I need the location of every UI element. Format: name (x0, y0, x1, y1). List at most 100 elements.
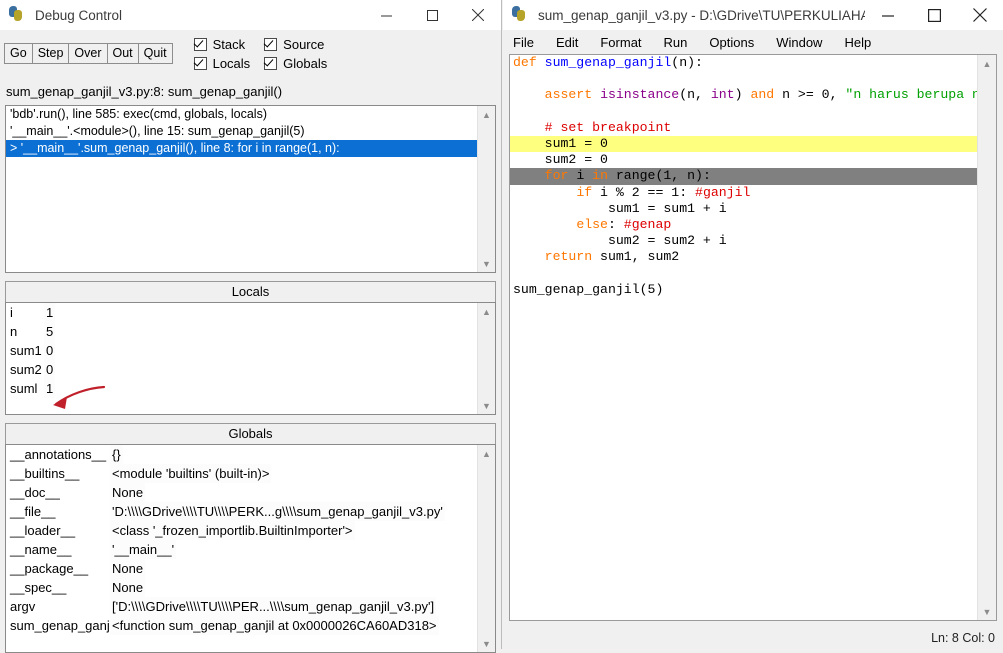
menu-run[interactable]: Run (664, 35, 688, 50)
code-line[interactable] (510, 266, 978, 282)
code-token: sum_genap_ganjil (544, 55, 672, 70)
checkbox-globals[interactable]: Globals (264, 56, 327, 71)
quit-button[interactable]: Quit (137, 43, 173, 64)
code-line[interactable]: # set breakpoint (510, 120, 978, 136)
code-token: def (513, 55, 545, 70)
variable-row[interactable]: __builtins__ <module 'builtins' (built-in… (6, 464, 478, 483)
variable-value: <class '_frozen_importlib.BuiltinImporte… (110, 521, 355, 540)
variable-value: 0 (44, 360, 56, 379)
menu-options[interactable]: Options (709, 35, 754, 50)
locals-listbox[interactable]: i 1 n 5 sum1 0 sum2 0 suml 1 ▲ ▼ (5, 302, 496, 415)
variable-row[interactable]: __name__ '__main__' (6, 540, 478, 559)
close-icon[interactable] (957, 0, 1003, 30)
locals-scrollbar[interactable]: ▲ ▼ (477, 303, 495, 414)
code-token: # set breakpoint (544, 119, 672, 135)
python-logo-icon (9, 6, 27, 24)
variable-row[interactable]: __package__ None (6, 559, 478, 578)
debug-window-title: Debug Control (35, 7, 123, 23)
variable-row[interactable]: __doc__ None (6, 483, 478, 502)
editor-scrollbar[interactable]: ▲ ▼ (977, 55, 996, 620)
code-line[interactable] (510, 71, 978, 87)
scroll-up-icon[interactable]: ▲ (478, 445, 495, 462)
close-icon[interactable] (455, 0, 501, 30)
code-line[interactable]: def sum_genap_ganjil(n): (510, 55, 978, 71)
stack-listbox[interactable]: 'bdb'.run(), line 585: exec(cmd, globals… (5, 105, 496, 273)
go-button[interactable]: Go (4, 43, 33, 64)
variable-value: None (110, 483, 146, 502)
code-line[interactable]: sum1 = sum1 + i (510, 201, 978, 217)
variable-row[interactable]: sum2 0 (6, 360, 478, 379)
code-token: "n harus berupa n (845, 87, 978, 103)
menu-format[interactable]: Format (600, 35, 641, 50)
scroll-down-icon[interactable]: ▼ (478, 397, 495, 414)
variable-name: __name__ (10, 542, 72, 557)
variable-name: __doc__ (10, 485, 60, 500)
code-token: (n): (671, 55, 703, 70)
globals-scrollbar[interactable]: ▲ ▼ (477, 445, 495, 652)
out-button[interactable]: Out (106, 43, 139, 64)
variable-value: 0 (44, 341, 56, 360)
stack-frame-row[interactable]: 'bdb'.run(), line 585: exec(cmd, globals… (6, 106, 478, 123)
scroll-up-icon[interactable]: ▲ (478, 303, 495, 320)
variable-row[interactable]: __loader__ <class '_frozen_importlib.Buil… (6, 521, 478, 540)
code-line[interactable]: sum_genap_ganjil(5) (510, 282, 978, 298)
step-button[interactable]: Step (31, 43, 70, 64)
code-line[interactable]: if i % 2 == 1: #ganjil (510, 185, 978, 201)
code-editor-area[interactable]: def sum_genap_ganjil(n): assert isinstan… (509, 54, 997, 621)
menu-help[interactable]: Help (844, 35, 871, 50)
checkbox-stack[interactable]: Stack (193, 37, 251, 52)
variable-row[interactable]: n5 (6, 322, 478, 341)
stack-scrollbar[interactable]: ▲ ▼ (477, 106, 495, 272)
code-token: sum_genap_ganjil(5) (513, 281, 664, 297)
code-line[interactable]: sum1 = 0 (510, 136, 978, 153)
maximize-icon[interactable] (911, 0, 957, 30)
scroll-up-icon[interactable]: ▲ (978, 55, 996, 72)
code-line[interactable]: for i in range(1, n): (510, 168, 978, 185)
maximize-icon[interactable] (409, 0, 455, 30)
variable-value: <module 'builtins' (built-in)> (110, 464, 272, 483)
variable-row[interactable]: __annotations__{} (6, 445, 478, 464)
scroll-up-icon[interactable]: ▲ (478, 106, 495, 123)
stack-frame-row[interactable]: > '__main__'.sum_genap_ganjil(), line 8:… (6, 140, 478, 157)
menu-window[interactable]: Window (776, 35, 822, 50)
code-token: i (568, 168, 593, 184)
variable-row[interactable]: __file__ 'D:\\\\GDrive\\\\TU\\\\PERK...g\… (6, 502, 478, 521)
menu-file[interactable]: File (513, 35, 534, 50)
minimize-icon[interactable] (363, 0, 409, 30)
editor-menubar: File Edit Format Run Options Window Help (503, 30, 1003, 54)
checkbox-source-label: Source (283, 37, 325, 52)
code-line[interactable]: sum2 = sum2 + i (510, 233, 978, 249)
over-button[interactable]: Over (68, 43, 108, 64)
scroll-down-icon[interactable]: ▼ (478, 255, 495, 272)
code-line[interactable]: else: #genap (510, 217, 978, 233)
minimize-icon[interactable] (865, 0, 911, 30)
scroll-down-icon[interactable]: ▼ (978, 603, 996, 620)
debug-button-row: Go Step Over Out Quit (4, 43, 173, 64)
scroll-down-icon[interactable]: ▼ (478, 635, 495, 652)
variable-row[interactable]: suml 1 (6, 379, 478, 398)
editor-titlebar: sum_genap_ganjil_v3.py - D:\GDrive\TU\PE… (503, 0, 1003, 30)
variable-row[interactable]: __spec__ None (6, 578, 478, 597)
code-line[interactable]: assert isinstance(n, int) and n >= 0, "n… (510, 87, 978, 103)
code-line[interactable]: return sum1, sum2 (510, 249, 978, 265)
variable-name: argv (10, 599, 36, 614)
checkbox-source[interactable]: Source (264, 37, 327, 52)
variable-row[interactable]: i1 (6, 303, 478, 322)
code-line[interactable]: sum2 = 0 (510, 152, 978, 168)
checkmark-icon (264, 38, 278, 51)
checkbox-locals[interactable]: Locals (193, 56, 250, 71)
variable-row[interactable]: argv ['D:\\\\GDrive\\\\TU\\\\PER...\\\\su… (6, 597, 478, 616)
globals-listbox[interactable]: __annotations__{} __builtins__ <module 'bu… (5, 444, 496, 653)
variable-value: None (110, 578, 146, 597)
variable-value: None (110, 559, 146, 578)
menu-edit[interactable]: Edit (556, 35, 578, 50)
code-token: i % 2 == 1: (592, 184, 696, 200)
variable-row[interactable]: sum1 0 (6, 341, 478, 360)
stack-frame-row[interactable]: '__main__'.<module>(), line 15: sum_gena… (6, 123, 478, 140)
variable-row[interactable]: sum_genap_ganjil <function sum_genap_ganj… (6, 616, 478, 635)
code-line[interactable] (510, 104, 978, 120)
